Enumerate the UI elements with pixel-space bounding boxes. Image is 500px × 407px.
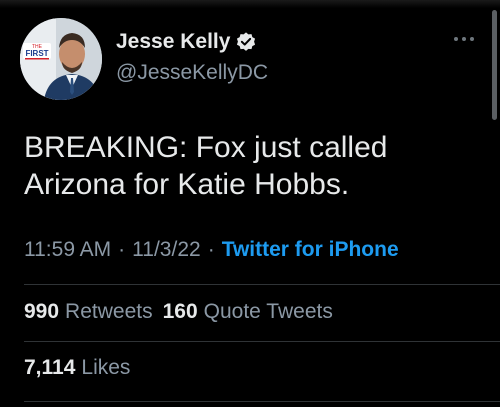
scrollbar[interactable] [492, 10, 497, 120]
tweet-detail: THE FIRST Jesse Kelly @JesseKellyDC BREA… [0, 0, 500, 407]
author-name-row: Jesse Kelly [116, 30, 257, 54]
retweets-label: Retweets [65, 300, 153, 323]
avatar[interactable]: THE FIRST [20, 18, 102, 100]
tweet-meta: 11:59 AM · 11/3/22 · Twitter for iPhone [24, 238, 399, 262]
quote-tweets-stat[interactable]: 160 Quote Tweets [163, 300, 343, 323]
engagement-stats: 990 Retweets 160 Quote Tweets [24, 300, 343, 324]
quote-tweets-label: Quote Tweets [203, 300, 333, 323]
tweet-date[interactable]: 11/3/22 [132, 238, 201, 261]
tweet-text: BREAKING: Fox just called Arizona for Ka… [24, 131, 388, 201]
first-tv-logo: THE FIRST [23, 43, 51, 60]
retweets-stat[interactable]: 990 Retweets [24, 300, 163, 323]
likes-count: 7,114 [24, 356, 76, 379]
divider [24, 401, 500, 402]
avatar-photo: THE FIRST [20, 18, 102, 100]
verified-badge-icon [237, 32, 256, 51]
tweet-source-link[interactable]: Twitter for iPhone [222, 238, 399, 261]
author-handle[interactable]: @JesseKellyDC [116, 61, 268, 85]
divider [24, 284, 500, 285]
svg-text:FIRST: FIRST [25, 49, 48, 58]
meta-separator: · [118, 238, 126, 261]
tweet-time[interactable]: 11:59 AM [24, 238, 111, 261]
likes-label: Likes [81, 356, 131, 379]
quote-tweets-count: 160 [162, 300, 198, 323]
likes-stat[interactable]: 7,114 Likes [24, 356, 140, 380]
more-options-icon[interactable] [454, 34, 474, 44]
retweets-count: 990 [24, 300, 60, 323]
author-display-name[interactable]: Jesse Kelly [116, 30, 230, 54]
meta-separator: · [207, 238, 215, 261]
divider [24, 341, 500, 342]
